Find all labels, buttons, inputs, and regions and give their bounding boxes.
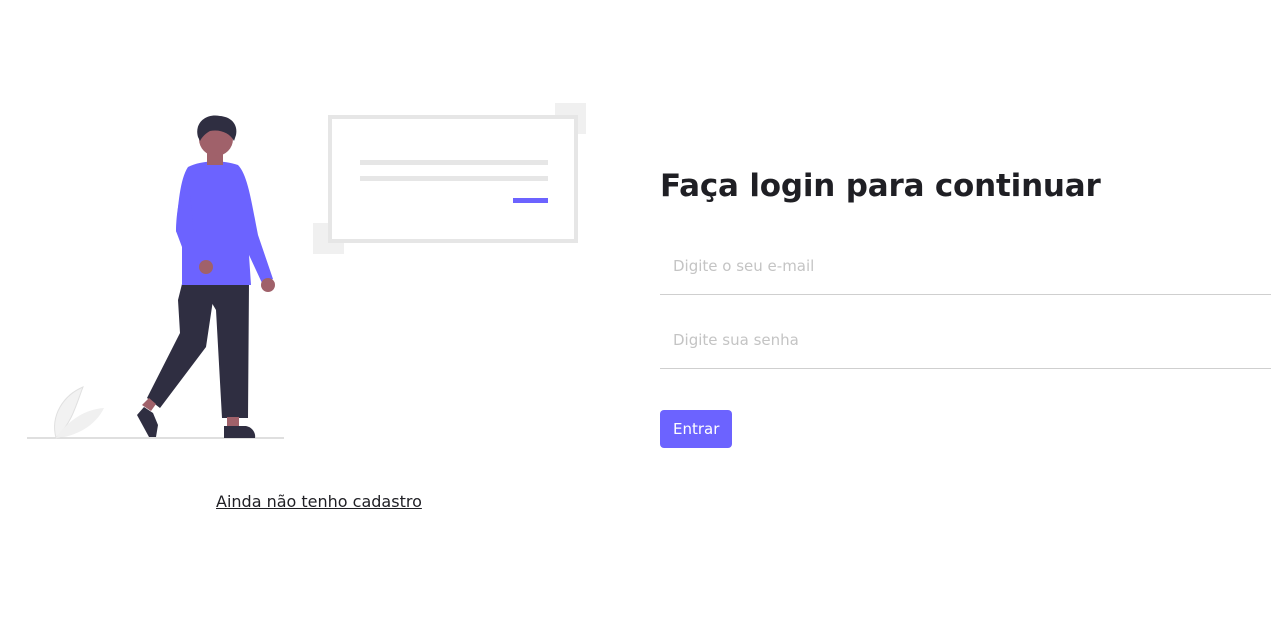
page-title: Faça login para continuar (660, 168, 1101, 204)
email-field[interactable] (660, 237, 1271, 295)
person-ankle-front (227, 417, 239, 427)
person-shoe-back (137, 407, 158, 437)
person-shoe-front (224, 426, 256, 438)
login-form: Faça login para continuar Entrar (660, 168, 1271, 448)
person-leg-back (147, 280, 216, 408)
card-accent-line (513, 198, 548, 203)
card-line-1 (360, 160, 548, 165)
signup-link[interactable]: Ainda não tenho cadastro (216, 492, 422, 511)
person-hand-left (199, 260, 213, 274)
password-field[interactable] (660, 311, 1271, 369)
card-line-2 (360, 176, 548, 181)
person-hand-right (261, 278, 275, 292)
login-button[interactable]: Entrar (660, 410, 733, 448)
login-page: Ainda não tenho cadastro Faça login para… (0, 0, 1287, 632)
person-walking-illustration (27, 103, 586, 439)
